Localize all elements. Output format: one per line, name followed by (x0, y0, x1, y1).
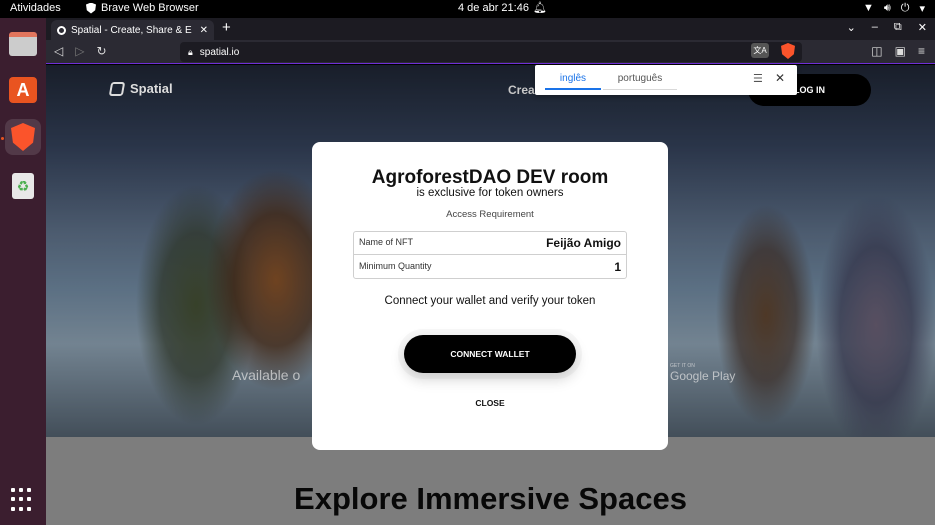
web-page: Spatial Crea LOG IN Unlo ation Available… (46, 65, 935, 525)
forward-icon[interactable]: ▷ (75, 44, 84, 58)
dock: A ♻ (0, 18, 46, 525)
explore-heading: Explore Immersive Spaces (294, 481, 687, 516)
wallet-icon[interactable]: ▣ (895, 44, 906, 58)
dock-brave[interactable] (5, 119, 41, 155)
sidebar-icon[interactable]: ◫ (871, 44, 882, 58)
access-modal: AgroforestDAO DEV room is exclusive for … (312, 142, 668, 450)
app-center-icon: A (9, 77, 37, 103)
clock[interactable]: 4 de abr 21:46 (458, 2, 529, 14)
tab-target-language[interactable]: português (603, 73, 677, 84)
tab-divider (603, 89, 677, 90)
tab-spatial[interactable]: Spatial - Create, Share & E ✕ (51, 20, 214, 40)
available-text: Available o (232, 367, 301, 383)
wifi-icon: ▼ (862, 2, 874, 14)
modal-title: AgroforestDAO DEV room (371, 167, 609, 188)
dock-files[interactable] (5, 26, 41, 62)
connect-wallet-button[interactable]: CONNECT WALLET (404, 335, 576, 373)
row-value: 1 (614, 260, 621, 274)
power-icon: ⏻ (900, 2, 910, 14)
new-tab-button[interactable]: + (222, 19, 231, 36)
site-logo-text: Spatial (130, 81, 173, 96)
translate-popup: inglês português ☰ ✕ (535, 65, 797, 95)
site-logo[interactable]: Spatial (108, 81, 173, 96)
explore-section: Explore Immersive Spaces (46, 437, 935, 525)
table-row: Minimum Quantity 1 (354, 256, 626, 279)
notification-bell-icon: 🔔︎ (533, 2, 547, 14)
nav-create-link[interactable]: Crea (508, 83, 535, 97)
spatial-logo-icon (108, 81, 126, 96)
close-icon[interactable]: ✕ (200, 25, 208, 36)
chevron-down-icon[interactable]: ⌄ (847, 21, 856, 34)
system-top-bar: Atividades Brave Web Browser 4 de abr 21… (0, 0, 935, 18)
app-name: Brave Web Browser (101, 2, 199, 14)
lock-icon: 🔒︎ (188, 46, 193, 57)
show-apps-icon[interactable] (11, 488, 35, 512)
modal-subtitle: is exclusive for token owners (416, 187, 564, 199)
system-tray[interactable]: ▼ 🔊︎ ⏻ ▾ (863, 2, 925, 15)
activities-button[interactable]: Atividades (10, 2, 61, 14)
active-tab-indicator (545, 88, 601, 90)
requirement-label: Access Requirement (446, 209, 534, 220)
chevron-down-icon: ▾ (919, 3, 925, 15)
options-menu-icon[interactable]: ☰ (753, 72, 763, 85)
running-indicator (1, 137, 4, 140)
window-controls: ⌄ – ⧉ ✕ (847, 21, 927, 34)
tab-source-language[interactable]: inglês (545, 73, 601, 84)
tab-strip: Spatial - Create, Share & E ✕ + ⌄ – ⧉ ✕ (46, 18, 935, 40)
close-icon[interactable]: ✕ (775, 71, 785, 85)
files-icon (9, 32, 37, 56)
dock-app-center[interactable]: A (5, 72, 41, 108)
store-text: Google Play (670, 369, 736, 383)
address-bar[interactable]: 🔒︎ spatial.io (180, 42, 802, 62)
minimize-icon[interactable]: – (872, 21, 878, 34)
row-key: Name of NFT (359, 237, 414, 247)
dock-trash[interactable]: ♻ (5, 168, 41, 204)
close-button[interactable]: CLOSE (312, 398, 668, 408)
connect-instructions: Connect your wallet and verify your toke… (384, 295, 596, 307)
browser-toolbar: ◁ ▷ ↻ 🔒︎ spatial.io 文A ◫ ▣ ≡ (46, 40, 935, 64)
brave-lion-icon (86, 2, 96, 14)
app-menu[interactable]: Brave Web Browser (86, 2, 199, 14)
row-key: Minimum Quantity (359, 261, 432, 271)
google-play-badge[interactable]: GET IT ON Google Play (670, 363, 735, 383)
requirement-table: Name of NFT Feijão Amigo Minimum Quantit… (353, 231, 627, 279)
tab-title: Spatial - Create, Share & E (71, 24, 192, 36)
brave-lion-icon (11, 123, 35, 151)
translate-icon[interactable]: 文A (751, 43, 769, 58)
close-icon[interactable]: ✕ (918, 21, 927, 34)
reload-icon[interactable]: ↻ (96, 44, 106, 58)
nav-buttons: ◁ ▷ ↻ (54, 44, 107, 58)
restore-icon[interactable]: ⧉ (894, 21, 902, 34)
toolbar-right: ◫ ▣ ≡ (871, 44, 925, 58)
url-text: spatial.io (199, 46, 240, 58)
volume-icon: 🔊︎ (883, 2, 891, 14)
table-row: Name of NFT Feijão Amigo (354, 232, 626, 255)
spatial-favicon-icon (57, 25, 66, 35)
trash-icon: ♻ (12, 173, 34, 199)
back-icon[interactable]: ◁ (54, 44, 63, 58)
menu-icon[interactable]: ≡ (918, 44, 925, 58)
row-value: Feijão Amigo (546, 236, 621, 250)
